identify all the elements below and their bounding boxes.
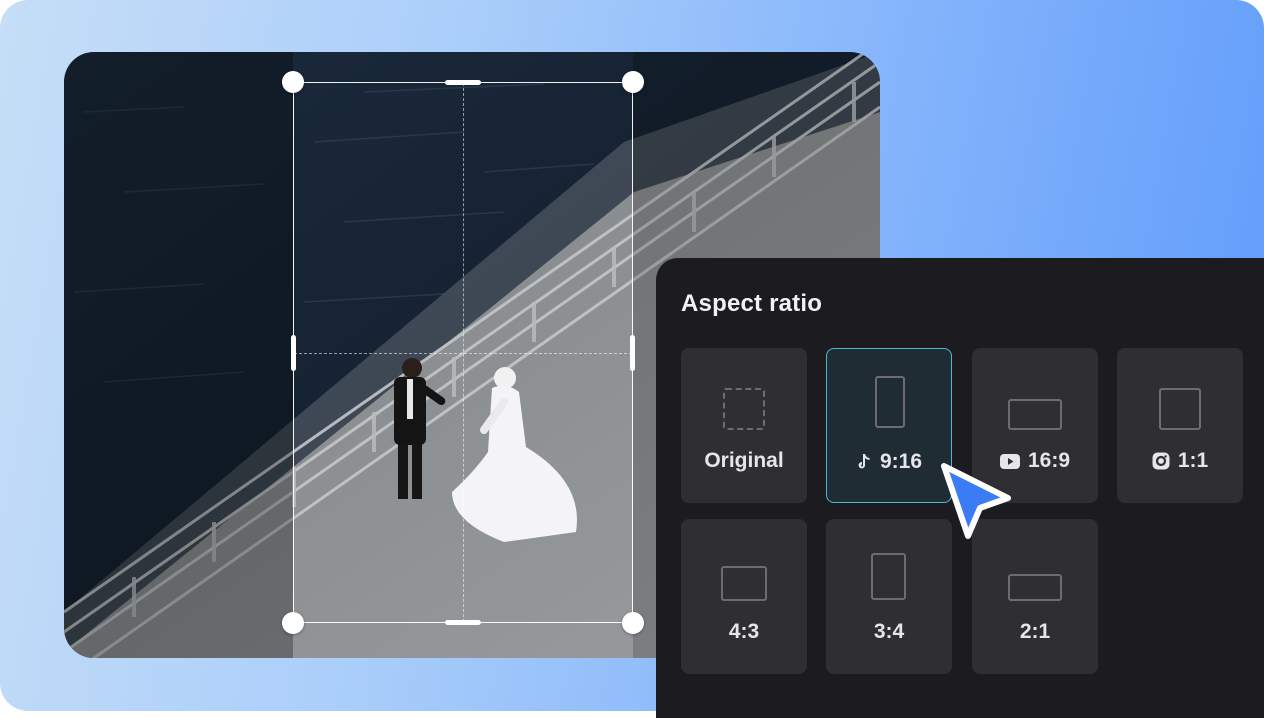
- aspect-option-label: 1:1: [1177, 449, 1209, 472]
- crop-handle-top[interactable]: [445, 80, 481, 85]
- tiktok-icon: [858, 454, 870, 469]
- landscape-frame-icon: [1008, 399, 1062, 430]
- aspect-option-label: 4:3: [728, 620, 760, 643]
- aspect-option-label: 3:4: [873, 620, 905, 643]
- portrait-frame-icon: [871, 553, 906, 600]
- crop-handle-bottom-left[interactable]: [282, 612, 304, 634]
- crop-handle-bottom[interactable]: [445, 620, 481, 625]
- aspect-option-label: 16:9: [1027, 449, 1071, 472]
- aspect-option-1-1[interactable]: 1:1: [1117, 348, 1243, 503]
- aspect-option-9-16[interactable]: 9:16: [826, 348, 952, 503]
- aspect-option-label: 9:16: [879, 450, 923, 473]
- dashed-square-icon: [723, 388, 765, 430]
- crop-handle-top-right[interactable]: [622, 71, 644, 93]
- square-frame-icon: [1159, 388, 1201, 430]
- landscape-frame-icon: [721, 566, 767, 601]
- aspect-option-label: Original: [704, 449, 784, 472]
- crop-handle-right[interactable]: [630, 334, 635, 371]
- crop-gridline-horizontal: [294, 352, 632, 354]
- panel-title: Aspect ratio: [681, 290, 823, 317]
- crop-frame[interactable]: [282, 71, 644, 634]
- crop-handle-top-left[interactable]: [282, 71, 304, 93]
- crop-handle-left[interactable]: [291, 334, 296, 371]
- portrait-frame-icon: [875, 376, 905, 428]
- aspect-option-4-3[interactable]: 4:3: [681, 519, 807, 674]
- aspect-option-original[interactable]: Original: [681, 348, 807, 503]
- crop-handle-bottom-right[interactable]: [622, 612, 644, 634]
- mouse-pointer-icon: [941, 463, 1011, 539]
- aspect-option-label: 2:1: [1019, 620, 1051, 643]
- instagram-icon: [1152, 452, 1170, 470]
- aspect-option-3-4[interactable]: 3:4: [826, 519, 952, 674]
- wide-frame-icon: [1008, 574, 1062, 601]
